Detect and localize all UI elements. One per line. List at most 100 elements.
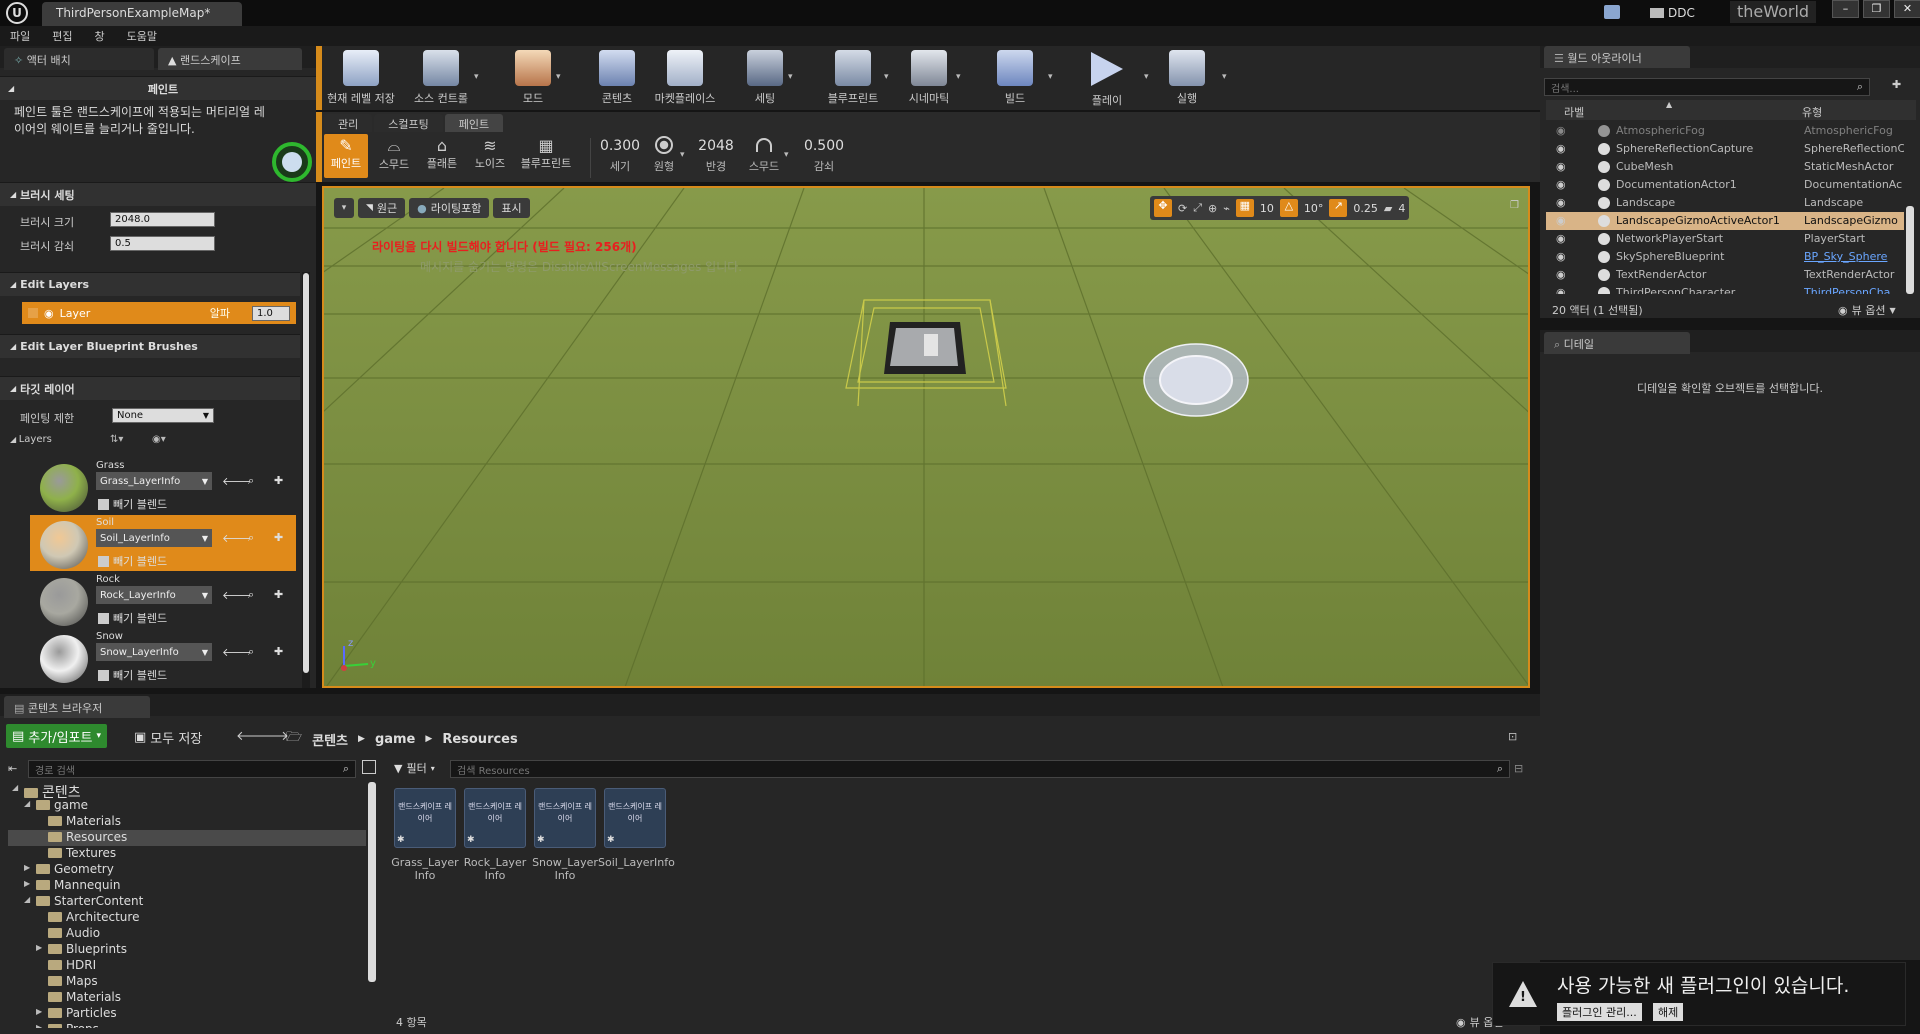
asset-tile[interactable]: 랜드스케이프 레이어 ✱ (604, 788, 666, 848)
layer-row[interactable]: ◉ Layer 알파 1.0 (22, 302, 296, 324)
falloff-setting[interactable]: 0.500 감쇠 (800, 138, 848, 174)
build-button[interactable]: 빌드 (980, 48, 1050, 106)
folder-tree-item[interactable]: ▶ Mannequin (8, 878, 366, 894)
blueprint-tool-button[interactable]: ▦ 블루프린트 (516, 134, 576, 178)
folder-tree-item[interactable]: Audio (8, 926, 366, 942)
content-button[interactable]: 콘텐츠 (582, 48, 652, 106)
play-button[interactable]: 플레이 (1072, 48, 1142, 107)
launch-dropdown[interactable]: ▾ (1222, 72, 1227, 82)
add-actor-icon[interactable]: ✚ (1892, 78, 1901, 91)
viewport-options-button[interactable]: ▾ (334, 198, 354, 218)
visibility-eye-icon[interactable]: ◉ (1556, 124, 1566, 137)
play-dropdown[interactable]: ▾ (1144, 72, 1149, 82)
outliner-row[interactable]: ◉ TextRenderActor TextRenderActor (1546, 266, 1904, 284)
outliner-row[interactable]: ◉ ThirdPersonCharacter ThirdPersonCha (1546, 284, 1904, 294)
expand-arrow-icon[interactable]: ◢ (24, 895, 30, 904)
circle-brush-dropdown[interactable]: ▾ (680, 150, 685, 160)
flatten-tool-button[interactable]: ⌂ 플래튼 (420, 134, 464, 178)
filter-button[interactable]: ▼ 필터 ▾ (394, 760, 435, 776)
grid-snap-icon[interactable]: ▦ (1235, 199, 1254, 217)
cinematic-button[interactable]: 시네마틱 (894, 48, 964, 106)
edit-layer-bp-header[interactable]: ◢ Edit Layer Blueprint Brushes (0, 334, 300, 358)
lock-icon[interactable]: ⊡ (1508, 730, 1517, 743)
asset-tile[interactable]: 랜드스케이프 레이어 ✱ (394, 788, 456, 848)
visibility-eye-icon[interactable]: ◉ (1556, 232, 1566, 245)
close-button[interactable]: ✕ (1894, 0, 1920, 18)
outliner-row[interactable]: ◉ SphereReflectionCapture SphereReflection… (1546, 140, 1904, 158)
folder-tree-item[interactable]: ▶ Blueprints (8, 942, 366, 958)
browse-asset-icon[interactable]: ⌕ (248, 588, 254, 602)
outliner-row[interactable]: ◉ DocumentationActor1 DocumentationAc (1546, 176, 1904, 194)
asset-tile[interactable]: 랜드스케이프 레이어 ✱ (464, 788, 526, 848)
expand-arrow-icon[interactable]: ▶ (24, 863, 30, 872)
folder-tree-item[interactable]: Architecture (8, 910, 366, 926)
settings-dropdown[interactable]: ▾ (788, 72, 793, 82)
strength-setting[interactable]: 0.300 세기 (598, 138, 642, 174)
source-control-button[interactable]: 소스 컨트롤 (406, 48, 476, 106)
folder-options-icon[interactable] (362, 760, 376, 774)
outliner-row[interactable]: ◉ LandscapeGizmoActiveActor1 LandscapeGizm… (1546, 212, 1904, 230)
landscape-mode-icon[interactable] (272, 142, 312, 182)
visibility-eye-icon[interactable]: ◉ (1556, 214, 1566, 227)
folder-tree-item[interactable]: ▶ Geometry (8, 862, 366, 878)
target-layer-grass[interactable]: Grass Grass_LayerInfo ▼ 🡐 ⌕ ✚ 빼기 블렌드 (30, 458, 296, 514)
folder-tree-item[interactable]: Maps (8, 974, 366, 990)
target-layer-snow[interactable]: Snow Snow_LayerInfo ▼ 🡐 ⌕ ✚ 빼기 블렌드 (30, 629, 296, 685)
asset-search-input[interactable]: 검색 Resources ⌕ (450, 760, 1510, 778)
sort-ascending-icon[interactable]: ▲ (1666, 100, 1672, 109)
folder-tree-item[interactable]: ◢ StarterContent (8, 894, 366, 910)
panel-scrollbar[interactable] (302, 272, 310, 688)
visibility-eye-icon[interactable]: ◉ (1556, 142, 1566, 155)
target-layer-rock[interactable]: Rock Rock_LayerInfo ▼ 🡐 ⌕ ✚ 빼기 블렌드 (30, 572, 296, 628)
scale-tool-icon[interactable]: ⤢ (1193, 201, 1202, 215)
outliner-row[interactable]: ◉ SkySphereBlueprint BP_Sky_Sphere (1546, 248, 1904, 266)
launch-button[interactable]: 실행 (1152, 48, 1222, 106)
folder-tree-item[interactable]: Resources (8, 830, 366, 846)
browse-asset-icon[interactable]: ⌕ (248, 645, 254, 659)
folder-tree-item[interactable]: ▶Props (8, 1022, 366, 1028)
path-search-input[interactable]: 경로 검색 ⌕ (28, 760, 356, 778)
paint-tool-button[interactable]: ✎ 페인트 (324, 134, 368, 178)
paint-section-header[interactable]: ◢ 페인트 (0, 76, 316, 100)
radius-setting[interactable]: 2048 반경 (694, 138, 738, 174)
add-layer-icon[interactable]: ✚ (274, 474, 283, 487)
brush-settings-header[interactable]: ◢ 브러시 세팅 (0, 182, 316, 206)
subtract-blend-checkbox[interactable]: 빼기 블렌드 (98, 610, 167, 626)
perspective-button[interactable]: ◥ 원근 (358, 198, 406, 218)
document-tab[interactable]: ThirdPersonExampleMap* (42, 2, 242, 26)
brush-size-input[interactable]: 2048.0 (110, 212, 215, 227)
folder-tree-item[interactable]: HDRI (8, 958, 366, 974)
paint-limit-select[interactable]: None ▼ (112, 408, 214, 423)
smooth-falloff-setting[interactable]: 스무드 (744, 136, 784, 174)
alpha-input[interactable]: 1.0 (252, 305, 290, 321)
circle-brush-setting[interactable]: 원형 (646, 136, 682, 174)
ddc-status[interactable]: DDC (1650, 3, 1695, 23)
outliner-view-options[interactable]: ◉ 뷰 옵션 ▼ (1838, 302, 1896, 318)
add-layer-icon[interactable]: ✚ (274, 531, 283, 544)
unreal-logo-icon[interactable]: U (6, 2, 28, 24)
outliner-search-input[interactable]: 검색... ⌕ (1544, 78, 1870, 96)
move-tool-icon[interactable]: ✥ (1154, 199, 1172, 217)
outliner-row[interactable]: ◉ AtmosphericFog AtmosphericFog (1546, 122, 1904, 140)
brush-falloff-input[interactable]: 0.5 (110, 236, 215, 251)
subtract-blend-checkbox[interactable]: 빼기 블렌드 (98, 553, 167, 569)
add-import-button[interactable]: ▤ 추가/임포트 ▾ (6, 724, 108, 748)
crumb-game[interactable]: game (375, 732, 415, 747)
edit-layers-header[interactable]: ◢ Edit Layers (0, 272, 300, 296)
history-forward-icon[interactable]: 🡒 (254, 728, 289, 744)
target-layer-soil[interactable]: Soil Soil_LayerInfo ▼ 🡐 ⌕ ✚ 빼기 블렌드 (30, 515, 296, 571)
folder-tree-item[interactable]: ◢ 콘텐츠 (8, 782, 366, 801)
camera-speed-icon[interactable]: ▰ (1384, 202, 1392, 215)
expand-arrow-icon[interactable]: ◢ (24, 799, 30, 808)
build-dropdown[interactable]: ▾ (1048, 72, 1053, 82)
tree-scrollbar[interactable] (368, 782, 376, 982)
scale-snap-icon[interactable]: ↗ (1329, 199, 1348, 217)
folder-tree-item[interactable]: ◢ game (8, 798, 366, 814)
noise-tool-button[interactable]: ≋ 노이즈 (468, 134, 512, 178)
add-layer-icon[interactable]: ✚ (274, 588, 283, 601)
add-layer-icon[interactable]: ✚ (274, 645, 283, 658)
menu-window[interactable]: 창 (95, 28, 105, 44)
rotate-tool-icon[interactable]: ⟳ (1178, 202, 1187, 215)
scale-snap-value[interactable]: 0.25 (1353, 202, 1378, 215)
tab-place-actors[interactable]: ✧ 액터 배치 (4, 48, 154, 70)
